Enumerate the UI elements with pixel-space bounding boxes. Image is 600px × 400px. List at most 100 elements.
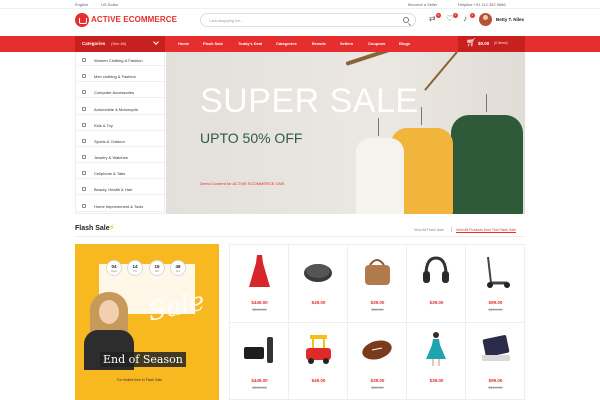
nav-coupons[interactable]: Coupons — [368, 41, 385, 46]
category-item[interactable]: Automobile & Motorcycle — [76, 103, 166, 116]
notification-count-badge: 0 — [470, 13, 475, 18]
product-old-price: $119.00 — [488, 385, 503, 390]
category-item[interactable]: Men clothing & Fashion — [76, 70, 166, 83]
headphones-image — [423, 256, 449, 283]
category-label: Beauty, Health & Hair — [94, 187, 133, 192]
nav-sellers[interactable]: Sellers — [340, 41, 353, 46]
category-label: Computer Accessories — [94, 90, 135, 95]
category-icon — [82, 155, 86, 159]
divider — [75, 236, 525, 237]
product-old-price: $59.00 — [371, 307, 384, 312]
handbag-image — [365, 259, 390, 285]
become-seller-link[interactable]: Become a Seller — [408, 2, 437, 7]
hero-title: SUPER SALE — [200, 82, 419, 120]
hero-subtitle: UPTO 50% OFF — [200, 130, 303, 146]
category-icon — [82, 139, 86, 143]
category-icon — [82, 74, 86, 78]
product-card[interactable]: $49.00 — [289, 245, 348, 323]
category-item[interactable]: Home Improvement & Tools — [76, 200, 166, 213]
view-all-flash-sale-link[interactable]: View All Flash Sale — [414, 228, 444, 232]
wishlist-button[interactable]: ♡ 0 — [446, 13, 458, 23]
product-old-price: $549.00 — [252, 385, 267, 390]
blue-dress-image — [426, 332, 446, 366]
product-price: $49.00 — [311, 300, 326, 305]
product-card[interactable]: $449.00 $549.00 — [230, 323, 289, 400]
product-card[interactable]: $99.00 $119.00 — [466, 245, 525, 323]
product-price: $39.00 — [370, 378, 385, 383]
avatar[interactable] — [479, 13, 492, 26]
countdown-days: 04 Days — [106, 260, 122, 276]
product-card[interactable]: $99.00 $119.00 — [466, 323, 525, 400]
product-card[interactable]: $39.00 — [407, 245, 466, 323]
logo-text[interactable]: ACTIVE ECOMMERCE — [91, 15, 177, 24]
category-item[interactable]: Women Clothing & Fashion — [76, 54, 166, 67]
category-label: Jewelry & Watches — [94, 155, 128, 160]
flash-sale-title: Flash Sale — [75, 225, 110, 232]
category-item[interactable]: Sports & Outdoor — [76, 135, 166, 148]
countdown-unit: Hrs — [133, 270, 137, 273]
search-icon[interactable] — [403, 17, 409, 23]
notification-button[interactable]: ♪ 0 — [463, 13, 475, 23]
wireless-charger-image — [304, 264, 332, 282]
category-item[interactable]: Cellphone & Tabs — [76, 167, 166, 180]
category-icon — [82, 123, 86, 127]
countdown-unit: Sec — [175, 270, 181, 273]
cart-amount: $0.00 — [478, 41, 490, 46]
nav-brands[interactable]: Brands — [312, 41, 326, 46]
countdown-minutes: 15 Min — [149, 260, 165, 276]
product-price: $39.00 — [370, 300, 385, 305]
tv-box-image — [244, 337, 273, 363]
nav-categories[interactable]: Categories — [276, 41, 297, 46]
category-item[interactable]: Beauty, Health & Hair — [76, 183, 166, 196]
product-price: $99.00 — [488, 378, 503, 383]
currency-selector[interactable]: US Dollar — [101, 2, 118, 7]
tablet-image — [482, 335, 510, 361]
product-price: $449.00 — [251, 378, 268, 383]
product-card[interactable]: $49.00 — [289, 323, 348, 400]
cart-button[interactable]: 🛒︎ $0.00 (0 Items) — [458, 36, 525, 52]
nav-blogs[interactable]: Blogs — [399, 41, 410, 46]
toy-car-image — [306, 335, 331, 364]
countdown-value: 04 — [111, 264, 117, 269]
divider — [451, 227, 452, 232]
categories-dropdown[interactable]: Categories (See All) — [75, 36, 165, 52]
chevron-down-icon — [153, 39, 159, 45]
category-item[interactable]: Kids & Toy — [76, 119, 166, 132]
view-all-products-link[interactable]: View All Products from This Flash Sale — [456, 228, 516, 232]
product-price: $449.00 — [251, 300, 268, 305]
product-price: $99.00 — [488, 300, 503, 305]
flash-sale-product-grid: $449.00 $549.00 $49.00 $39.00 $59.00 $39… — [229, 244, 525, 400]
nav-todays-deal[interactable]: Today's Deal — [238, 41, 262, 46]
hero-note: Demo Content for ACTIVE ECOMMERCE CMS — [200, 181, 285, 186]
lightning-icon: ⚡︎ — [109, 223, 115, 232]
category-icon — [82, 107, 86, 111]
product-card[interactable]: $39.00 $59.00 — [348, 245, 407, 323]
nav-home[interactable]: Home — [178, 41, 189, 46]
hero-banner[interactable]: SUPER SALE UPTO 50% OFF Demo Content for… — [166, 52, 525, 214]
countdown-value: 14 — [132, 264, 138, 269]
scooter-image — [487, 256, 510, 288]
model-face — [99, 300, 119, 324]
wishlist-count-badge: 0 — [453, 13, 458, 18]
white-shirt-image — [356, 138, 404, 214]
see-all-link[interactable]: (See All) — [111, 41, 126, 46]
language-selector[interactable]: English — [75, 2, 88, 7]
product-card[interactable]: $39.00 $59.00 — [348, 323, 407, 400]
category-label: Women Clothing & Fashion — [94, 58, 143, 63]
red-dress-image — [249, 255, 270, 287]
product-card[interactable]: $449.00 $549.00 — [230, 245, 289, 323]
countdown-value: 49 — [175, 264, 181, 269]
search-input[interactable]: I am shopping for... — [200, 13, 416, 27]
category-item[interactable]: Jewelry & Watches — [76, 151, 166, 164]
promo-title: End of Season — [100, 352, 186, 367]
nav-flash-sale[interactable]: Flash Sale — [203, 41, 223, 46]
logo-icon[interactable] — [75, 13, 89, 27]
category-label: Men clothing & Fashion — [94, 74, 136, 79]
product-card[interactable]: $39.00 — [407, 323, 466, 400]
category-item[interactable]: Computer Accessories — [76, 86, 166, 99]
product-price: $49.00 — [311, 378, 326, 383]
compare-button[interactable]: ⇄ 0 — [429, 13, 441, 23]
category-label: Kids & Toy — [94, 123, 113, 128]
countdown-unit: Min — [154, 270, 160, 273]
user-name[interactable]: Betty T. Niles — [496, 17, 524, 22]
